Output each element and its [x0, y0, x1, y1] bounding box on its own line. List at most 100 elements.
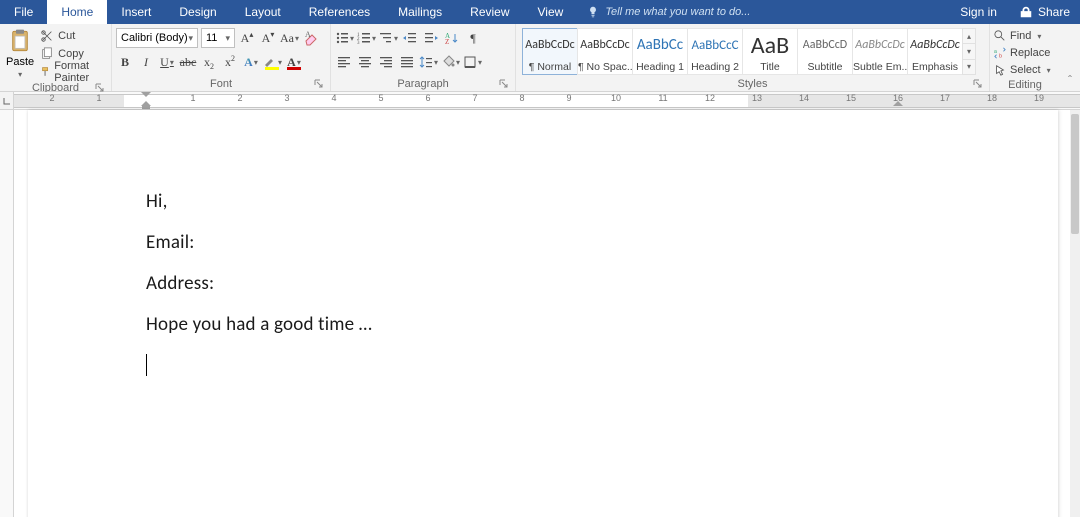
tell-me-placeholder: Tell me what you want to do... [605, 6, 750, 18]
ruler-number: 4 [331, 93, 336, 103]
borders-button[interactable]: ▾ [463, 52, 482, 72]
document-paragraph[interactable]: Hi, [146, 190, 1058, 213]
justify-button[interactable] [398, 52, 416, 72]
ruler-number: 17 [940, 93, 950, 103]
select-button[interactable]: Select ▾ [994, 62, 1056, 78]
tell-me-search[interactable]: Tell me what you want to do... [577, 0, 760, 24]
cut-button[interactable]: Cut [40, 28, 107, 44]
find-button[interactable]: Find ▾ [994, 28, 1056, 44]
scissors-icon [40, 29, 54, 43]
style-preview: AaBbCc [637, 31, 683, 59]
highlight-button[interactable]: ▾ [263, 52, 282, 72]
style-label: Title [760, 61, 779, 73]
share-button[interactable]: Share [1009, 0, 1080, 24]
italic-button[interactable]: I [137, 52, 155, 72]
tab-home[interactable]: Home [47, 0, 107, 24]
cut-button-label: Cut [58, 30, 75, 42]
line-spacing-button[interactable]: ▾ [419, 52, 438, 72]
scrollbar-thumb[interactable] [1071, 114, 1079, 234]
document-paragraph[interactable]: Email: [146, 231, 1058, 254]
style-item[interactable]: AaBbCcDc ¶ Normal [522, 28, 578, 75]
shading-button[interactable]: ▾ [441, 52, 460, 72]
vertical-scrollbar[interactable] [1070, 110, 1080, 517]
increase-indent-button[interactable] [422, 28, 440, 48]
numbering-button[interactable]: 123▾ [357, 28, 376, 48]
style-label: ¶ Normal [529, 61, 571, 73]
sort-button[interactable]: AZ [443, 28, 461, 48]
dialog-launcher-icon[interactable] [314, 79, 324, 89]
font-name-combo[interactable]: Calibri (Body) ▾ [116, 28, 198, 48]
tab-selector[interactable] [0, 92, 14, 110]
font-size-combo[interactable]: 11 ▾ [201, 28, 235, 48]
document-paragraph[interactable]: Address: [146, 272, 1058, 295]
show-marks-button[interactable]: ¶ [464, 28, 482, 48]
align-center-button[interactable] [356, 52, 374, 72]
menu-tabs-bar: File Home Insert Design Layout Reference… [0, 0, 1080, 24]
shrink-font-button[interactable]: A▾ [259, 28, 277, 48]
chevron-up-icon[interactable]: ▴ [963, 29, 975, 44]
style-preview: AaBbCcD [803, 31, 847, 59]
document-body[interactable]: Hi, Email: Address: Hope you had a good tim… [28, 110, 1058, 382]
tab-design[interactable]: Design [165, 0, 230, 24]
subscript-button[interactable]: x2 [200, 52, 218, 72]
tab-references[interactable]: References [295, 0, 384, 24]
workspace: 2112345678910111213141516171819 Hi,Email… [0, 92, 1080, 517]
style-item[interactable]: AaBbCcHeading 1 [632, 28, 688, 75]
bullets-button[interactable]: ▾ [335, 28, 354, 48]
ruler-number: 9 [566, 93, 571, 103]
replace-button[interactable]: ab Replace [994, 45, 1056, 61]
dialog-launcher-icon[interactable] [499, 79, 509, 89]
line-spacing-icon [419, 55, 433, 69]
style-label: Subtle Em... [853, 61, 907, 73]
underline-button[interactable]: U▾ [158, 52, 176, 72]
indent-icon [424, 31, 438, 45]
superscript-button[interactable]: x2 [221, 52, 239, 72]
text-effects-button[interactable]: A▾ [242, 52, 260, 72]
decrease-indent-button[interactable] [401, 28, 419, 48]
tab-view[interactable]: View [524, 0, 578, 24]
chevron-down-icon[interactable]: ▾ [963, 44, 975, 59]
horizontal-ruler[interactable]: 2112345678910111213141516171819 [0, 92, 1080, 110]
style-preview: AaBbCcDc [525, 31, 574, 59]
font-color-button[interactable]: A ▾ [285, 52, 303, 72]
vertical-ruler[interactable] [0, 110, 14, 517]
tab-mailings[interactable]: Mailings [384, 0, 456, 24]
document-paragraph[interactable]: Hope you had a good time … [146, 313, 1058, 336]
styles-gallery-scroll[interactable]: ▴▾▾ [962, 28, 976, 75]
clear-formatting-button[interactable]: A [302, 28, 320, 48]
strikethrough-button[interactable]: abc [179, 52, 197, 72]
paste-button[interactable]: Paste ▾ [4, 26, 36, 81]
dialog-launcher-icon[interactable] [973, 79, 983, 89]
align-right-button[interactable] [377, 52, 395, 72]
bold-button[interactable]: B [116, 52, 134, 72]
style-item[interactable]: AaBbCcDSubtitle [797, 28, 853, 75]
collapse-ribbon-button[interactable]: ˆ [1060, 24, 1080, 91]
tab-layout[interactable]: Layout [231, 0, 295, 24]
find-button-label: Find [1010, 30, 1031, 42]
tab-insert[interactable]: Insert [107, 0, 165, 24]
style-item[interactable]: AaBTitle [742, 28, 798, 75]
document-page[interactable]: Hi, Email: Address: Hope you had a good tim… [28, 110, 1058, 517]
align-left-icon [337, 55, 351, 69]
tab-stop-icon [2, 96, 12, 106]
expand-gallery-icon[interactable]: ▾ [963, 60, 975, 74]
grow-font-button[interactable]: A▴ [238, 28, 256, 48]
style-item[interactable]: AaBbCcDcEmphasis [907, 28, 963, 75]
ruler-number: 13 [752, 93, 762, 103]
style-item[interactable]: AaBbCcCHeading 2 [687, 28, 743, 75]
ruler-number: 1 [190, 93, 195, 103]
style-item[interactable]: AaBbCcDcSubtle Em... [852, 28, 908, 75]
tab-file[interactable]: File [0, 0, 47, 24]
change-case-button[interactable]: Aa▾ [280, 28, 299, 48]
multilevel-list-button[interactable]: ▾ [379, 28, 398, 48]
align-left-button[interactable] [335, 52, 353, 72]
sign-in-link[interactable]: Sign in [948, 0, 1009, 24]
share-icon [1019, 5, 1033, 19]
align-right-icon [379, 55, 393, 69]
style-item[interactable]: AaBbCcDc¶ No Spac... [577, 28, 633, 75]
tab-review[interactable]: Review [456, 0, 523, 24]
paste-button-label: Paste [6, 56, 34, 68]
group-paragraph-label: Paragraph [335, 77, 511, 91]
format-painter-button[interactable]: Format Painter [40, 64, 107, 80]
style-label: Heading 2 [691, 61, 739, 73]
